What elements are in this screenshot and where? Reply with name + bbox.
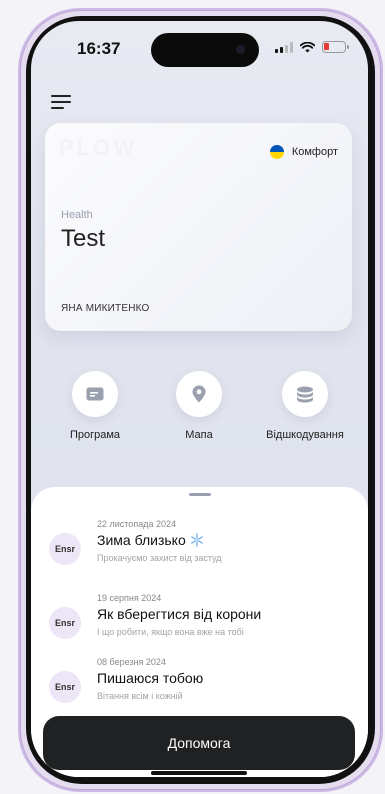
coins-stack-icon bbox=[297, 386, 313, 402]
card-watermark: PLOW bbox=[59, 135, 137, 160]
map-pin-icon bbox=[192, 385, 206, 403]
card-title: Test bbox=[61, 225, 106, 252]
home-indicator bbox=[151, 771, 247, 775]
news-title-text: Зима близько bbox=[97, 532, 186, 548]
avatar: Ensr bbox=[49, 671, 81, 703]
action-circle bbox=[282, 371, 328, 417]
quick-actions: Програма Мапа Відшкодування bbox=[31, 371, 368, 461]
news-item[interactable]: Ensr 22 листопада 2024 Зима близько Прок… bbox=[31, 515, 368, 581]
card-icon bbox=[86, 387, 104, 401]
status-icons bbox=[275, 41, 349, 53]
action-label: Програма bbox=[69, 429, 121, 441]
status-bar: 16:37 bbox=[31, 21, 368, 71]
card-category: Health bbox=[61, 209, 93, 221]
ukraine-flag-icon bbox=[269, 145, 284, 159]
card-tier: Комфорт bbox=[269, 145, 338, 159]
wifi-icon bbox=[300, 41, 315, 52]
camera-icon bbox=[236, 45, 245, 54]
insurance-card[interactable]: PLOW Комфорт Health Test ЯНА МИКИТЕНКО bbox=[45, 123, 352, 331]
action-map[interactable]: Мапа bbox=[149, 371, 249, 441]
cellular-signal-icon bbox=[275, 41, 293, 53]
news-title: Пишаюся тобою bbox=[97, 670, 203, 686]
app-screen: 16:37 PLOW Комфорт Health Test ЯНА МИКИТ… bbox=[31, 21, 368, 777]
card-tier-label: Комфорт bbox=[291, 146, 338, 158]
news-title: Зима близько bbox=[97, 532, 204, 548]
dynamic-island bbox=[151, 33, 259, 67]
action-label: Мапа bbox=[185, 429, 213, 441]
status-time: 16:37 bbox=[77, 39, 121, 58]
news-item[interactable]: Ensr 08 березня 2024 Пишаюся тобою Вітан… bbox=[31, 653, 368, 719]
action-circle bbox=[176, 371, 222, 417]
news-subtitle: Вітання всім і кожній bbox=[97, 691, 183, 701]
hamburger-menu-icon[interactable] bbox=[51, 93, 75, 111]
action-circle bbox=[72, 371, 118, 417]
action-reimbursement[interactable]: Відшкодування bbox=[255, 371, 355, 441]
news-title-text: Як вберегтися від корони bbox=[97, 606, 262, 622]
news-title: Як вберегтися від корони bbox=[97, 606, 261, 622]
action-label: Відшкодування bbox=[266, 429, 344, 441]
snowflake-icon bbox=[190, 533, 203, 547]
sheet-grabber[interactable] bbox=[189, 493, 211, 496]
battery-icon bbox=[322, 41, 349, 53]
action-program[interactable]: Програма bbox=[45, 371, 145, 441]
help-button[interactable]: Допомога bbox=[43, 716, 355, 770]
news-date: 22 листопада 2024 bbox=[97, 519, 176, 529]
avatar: Ensr bbox=[49, 607, 81, 639]
news-item[interactable]: Ensr 19 серпня 2024 Як вберегтися від ко… bbox=[31, 589, 368, 655]
card-holder-name: ЯНА МИКИТЕНКО bbox=[61, 303, 150, 314]
news-date: 19 серпня 2024 bbox=[97, 593, 162, 603]
news-subtitle: І що робити, якщо вона вже на тобі bbox=[97, 627, 244, 637]
news-date: 08 березня 2024 bbox=[97, 657, 166, 667]
avatar: Ensr bbox=[49, 533, 81, 565]
news-subtitle: Прокачуємо захист від застуд bbox=[97, 553, 222, 563]
news-title-text: Пишаюся тобою bbox=[97, 670, 204, 686]
